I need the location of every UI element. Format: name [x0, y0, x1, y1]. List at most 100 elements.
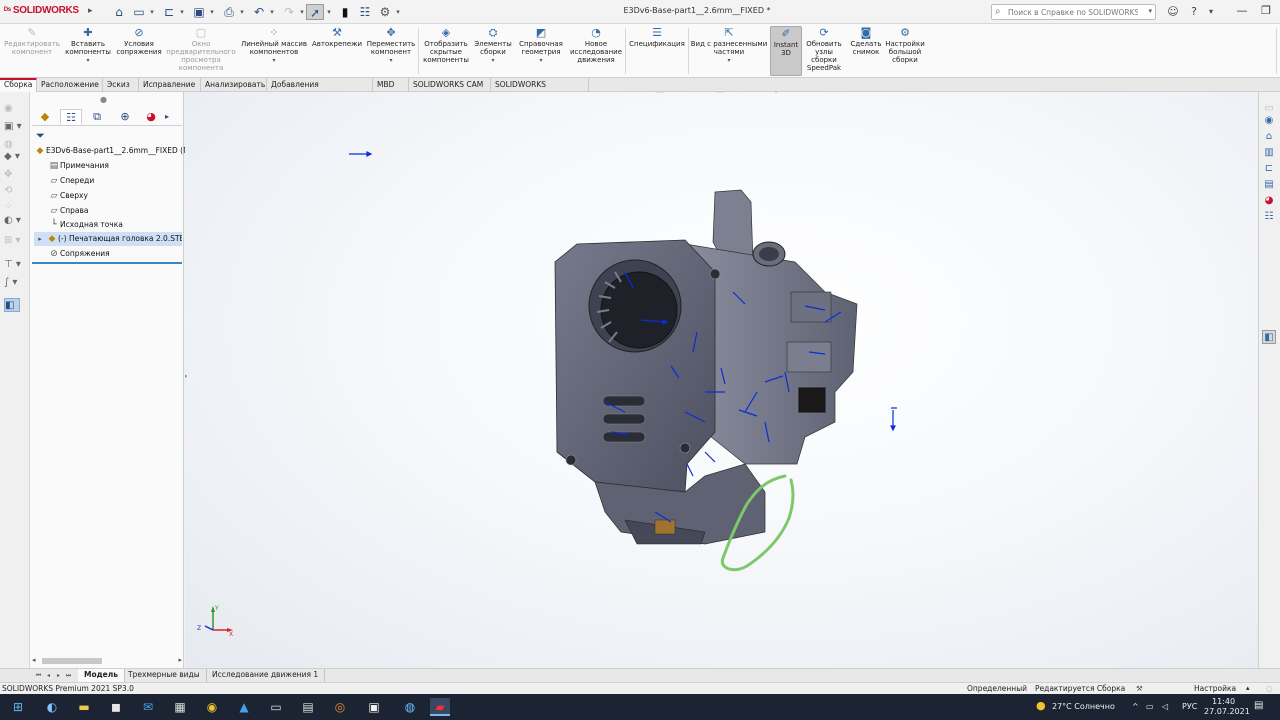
tree-item-right-plane[interactable]: ▱ Справа: [48, 204, 200, 218]
app-icon[interactable]: ▦: [170, 698, 190, 716]
help-search-input[interactable]: [1008, 6, 1138, 18]
undo-dropdown-icon[interactable]: ▾: [268, 4, 276, 20]
user-icon[interactable]: ☺: [1165, 4, 1181, 20]
7zip-icon[interactable]: ▣: [364, 698, 384, 716]
edit-component-button[interactable]: ✎ Редактировать компонент: [2, 26, 62, 76]
motion-study-button[interactable]: ◔ Новое исследование движения: [568, 26, 624, 76]
tab-motion-study[interactable]: Исследование движения 1: [206, 669, 326, 682]
open-icon[interactable]: ⊏: [160, 4, 178, 20]
scroll-right-icon[interactable]: ▸: [178, 656, 182, 664]
tree-item-annotations[interactable]: ▤ Примечания: [48, 159, 200, 173]
chevron-down-icon[interactable]: ▾: [238, 57, 310, 65]
dynamic-annotation-icon[interactable]: ✧: [671, 92, 685, 96]
box-select-icon[interactable]: ▣ ▾: [4, 120, 26, 134]
status-custom[interactable]: Настройка: [1194, 683, 1236, 694]
zoom-to-fit-icon[interactable]: ⌕: [603, 92, 617, 96]
tab-configuration-manager[interactable]: ⧉: [86, 109, 108, 125]
insert-components-button[interactable]: ✚ Вставить компоненты ▾: [62, 26, 114, 76]
help-icon[interactable]: ?: [1186, 4, 1202, 20]
reference-geometry-button[interactable]: ◩ Справочная геометрия ▾: [514, 26, 568, 76]
print-dropdown-icon[interactable]: ▾: [238, 4, 246, 20]
scroll-left-icon[interactable]: ◂: [32, 656, 36, 664]
blender-icon[interactable]: ◎: [330, 698, 350, 716]
mate-button[interactable]: ⊘ Условия сопряжения: [114, 26, 164, 76]
tab-dimxpert[interactable]: ⊕: [114, 109, 136, 125]
app-globe-icon[interactable]: ◍: [400, 698, 420, 716]
scene-icon[interactable]: ◕: [769, 92, 783, 96]
tab-cam[interactable]: SOLIDWORKS CAM: [409, 78, 491, 92]
scroll-thumb[interactable]: [42, 658, 102, 664]
tree-item-mates[interactable]: ⊘ Сопряжения: [48, 247, 200, 261]
view-orientation-icon[interactable]: ◈: [689, 92, 703, 96]
tab-property-manager[interactable]: ☷: [60, 109, 82, 125]
pattern-icon[interactable]: ⁘: [4, 200, 26, 214]
expand-icon[interactable]: ▸: [34, 232, 46, 246]
new-dropdown-icon[interactable]: ▾: [148, 4, 156, 20]
file-props-icon[interactable]: ☷: [356, 4, 374, 20]
redo-icon[interactable]: ↷: [280, 4, 298, 20]
notifications-icon[interactable]: ▤: [1254, 700, 1263, 711]
tooltip-icon[interactable]: ◌: [1266, 683, 1273, 694]
graphics-area[interactable]: ◂: [185, 92, 1258, 668]
restore-icon[interactable]: ❐: [1254, 2, 1278, 20]
print-head-model[interactable]: [554, 189, 858, 545]
select-icon[interactable]: ➚: [306, 4, 324, 20]
tab-evaluate[interactable]: Анализировать: [201, 78, 267, 92]
home-icon[interactable]: ⌂: [110, 4, 128, 20]
save-dropdown-icon[interactable]: ▾: [208, 4, 216, 20]
tab-layout[interactable]: Расположение: [37, 78, 103, 92]
app-blue-icon[interactable]: ▲: [234, 698, 254, 716]
linear-pattern-button[interactable]: ⁘ Линейный массив компонентов ▾: [238, 26, 310, 76]
tab-sketch[interactable]: Эскиз: [103, 78, 139, 92]
tab-assembly[interactable]: Сборка: [0, 78, 37, 92]
section-view-icon[interactable]: ◫: [653, 92, 667, 96]
minimize-icon[interactable]: —: [1230, 2, 1254, 20]
panel-grip-icon[interactable]: ●: [100, 95, 107, 104]
apply-scene-icon[interactable]: ⛰: [789, 92, 803, 96]
prev-tab-icon[interactable]: ◂: [44, 670, 53, 681]
viewport-maximize-icon[interactable]: ▢: [1223, 92, 1237, 94]
rebuild-icon[interactable]: ⚒: [1136, 683, 1143, 694]
windows-start-icon[interactable]: ⊞: [8, 698, 28, 716]
tab-model[interactable]: Модель: [78, 669, 125, 682]
chevron-down-icon[interactable]: ▾: [472, 57, 514, 65]
measure-icon[interactable]: ◧: [4, 298, 20, 312]
hide-show-icon[interactable]: ◉: [733, 92, 747, 96]
tab-inspection[interactable]: SOLIDWORKS Inspection: [491, 78, 589, 102]
pipe-icon[interactable]: ⊤ ▾: [4, 258, 26, 272]
smart-fasteners-button[interactable]: ⚒ Автокрепежи: [310, 26, 364, 76]
next-tab-icon[interactable]: ▸: [54, 670, 63, 681]
bom-button[interactable]: ☰ Спецификация: [627, 26, 687, 76]
tab-addins[interactable]: Добавления SOLIDWORKS: [267, 78, 373, 102]
measure-tool-icon[interactable]: ◧: [1262, 330, 1276, 344]
tab-fix[interactable]: Исправление: [139, 78, 201, 92]
appearance-icon[interactable]: ◐ ▾: [4, 214, 26, 228]
edit-appearance-icon[interactable]: ⊛: [751, 92, 765, 96]
display-style-icon[interactable]: ◧: [713, 92, 727, 96]
tree-item-top-plane[interactable]: ▱ Сверху: [48, 189, 200, 203]
move-component-button[interactable]: ✥ Переместить компонент ▾: [364, 26, 418, 76]
tab-display-manager[interactable]: ◕: [140, 109, 162, 125]
last-tab-icon[interactable]: ⏭: [64, 670, 73, 681]
chevron-down-icon[interactable]: ▾: [514, 57, 568, 65]
file-explorer-icon[interactable]: ⊏: [1262, 162, 1276, 176]
rotate-icon[interactable]: ⟲: [4, 184, 26, 198]
select-dropdown-icon[interactable]: ▾: [325, 4, 333, 20]
zoom-area-icon[interactable]: ⊡: [619, 92, 633, 96]
store-icon[interactable]: ◼: [106, 698, 126, 716]
large-assembly-button[interactable]: ⚙ Настройки большой сборки: [884, 26, 926, 76]
chevron-down-icon[interactable]: ▾: [364, 57, 418, 65]
view-palette-icon[interactable]: ▤: [1262, 178, 1276, 192]
first-tab-icon[interactable]: ⏮: [34, 670, 43, 681]
assembly-features-button[interactable]: ⛭ Элементы сборки ▾: [472, 26, 514, 76]
previous-view-icon[interactable]: ⟲: [635, 92, 649, 96]
solidworks-resources-icon[interactable]: ◉: [1262, 114, 1276, 128]
grid-icon[interactable]: ⊞ ▾: [4, 234, 26, 248]
new-icon[interactable]: ▭: [130, 4, 148, 20]
snapshot-button[interactable]: ◙ Сделать снимок: [848, 26, 884, 76]
undo-icon[interactable]: ↶: [250, 4, 268, 20]
appearances-icon[interactable]: ◕: [1262, 194, 1276, 208]
exploded-view-button[interactable]: ⇱ Вид с разнесенными частями ▾: [690, 26, 768, 76]
view-settings-icon[interactable]: ▭: [811, 92, 825, 96]
assembly-icon[interactable]: ◆ ▾: [4, 150, 26, 164]
